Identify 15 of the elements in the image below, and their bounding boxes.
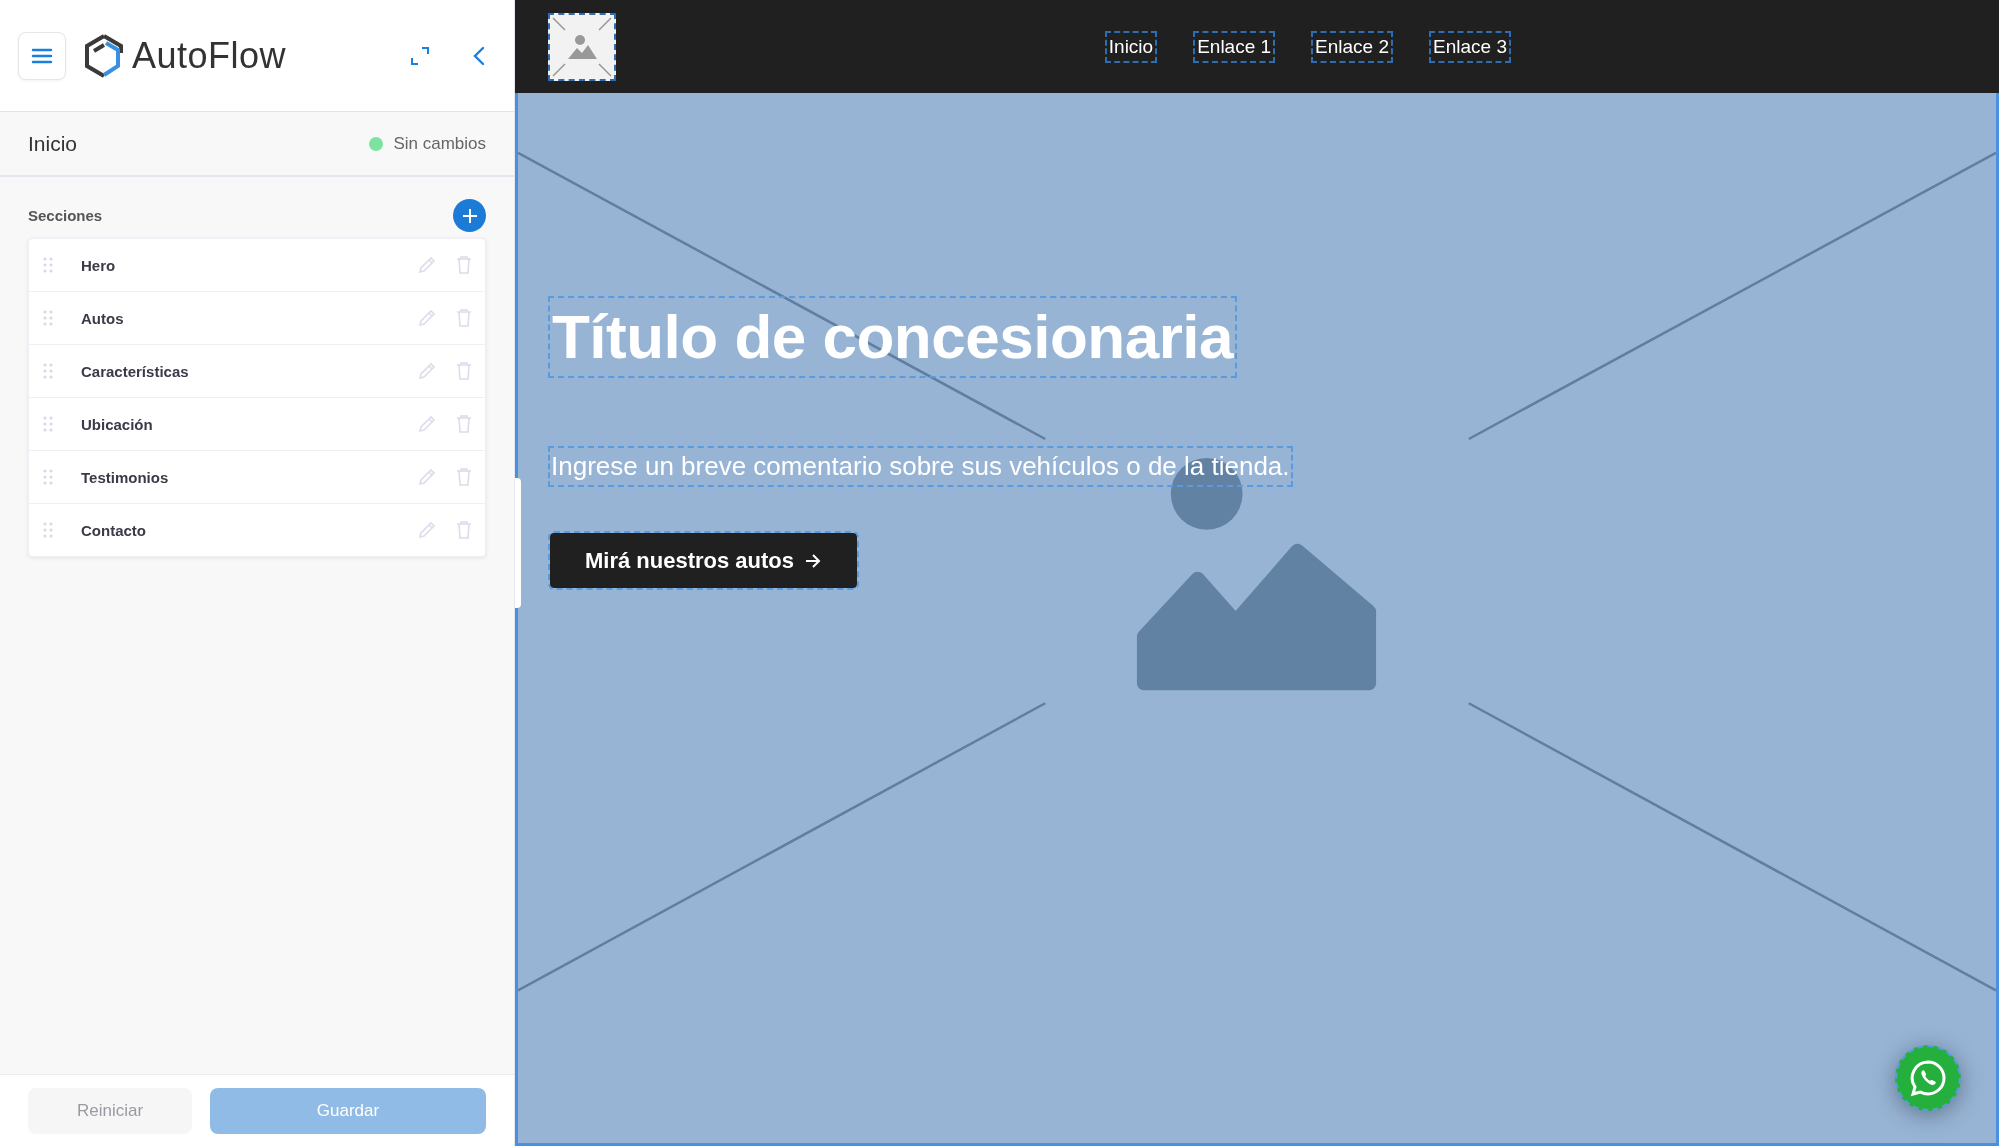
section-item[interactable]: Autos <box>29 292 485 345</box>
cta-button[interactable]: Mirá nuestros autos <box>550 533 857 589</box>
page-title: Inicio <box>28 131 78 156</box>
section-item[interactable]: Características <box>29 345 485 398</box>
section-item[interactable]: Hero <box>29 239 485 292</box>
section-item[interactable]: Testimonios <box>29 451 485 504</box>
brand-name: AutoFlow <box>132 34 287 77</box>
section-item[interactable]: Ubicación <box>29 398 485 451</box>
nav-link[interactable]: Inicio <box>1107 33 1155 60</box>
status-text: Sin cambios <box>393 133 486 154</box>
nav-link[interactable]: Enlace 3 <box>1432 33 1508 60</box>
nav-link[interactable]: Enlace 2 <box>1314 33 1391 60</box>
nav-link[interactable]: Enlace 1 <box>1196 33 1273 60</box>
section-item[interactable]: Contacto <box>29 504 485 556</box>
sections-heading: Secciones <box>28 207 103 224</box>
